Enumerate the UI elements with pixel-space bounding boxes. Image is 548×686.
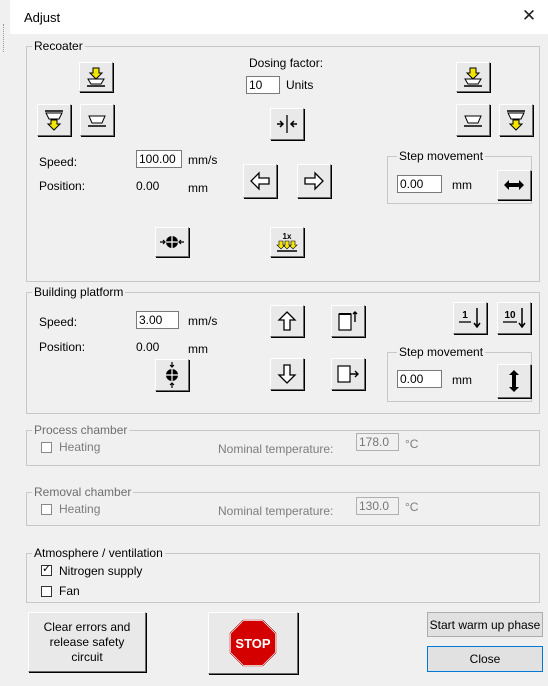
platform-home-button[interactable] — [155, 359, 189, 391]
dose-down-icon — [87, 67, 105, 87]
recoater-speed-label: Speed: — [39, 155, 78, 169]
recoater-step-input[interactable]: 0.00 — [397, 175, 442, 193]
close-label: Close — [469, 652, 501, 666]
recoater-left-lower-button-a[interactable] — [37, 104, 71, 136]
recoater-center-button[interactable] — [270, 108, 304, 140]
platform-position-label: Position: — [39, 340, 86, 354]
recoater-right-lower-button-b[interactable] — [499, 104, 533, 136]
process-heating-label: Heating — [59, 440, 101, 454]
home-position-vertical-icon — [166, 362, 178, 388]
platform-speed-label: Speed: — [39, 315, 78, 329]
recoater-speed-input[interactable]: 100.00 — [136, 150, 182, 168]
recoater-left-lower-button-b[interactable] — [80, 104, 114, 136]
removal-heating-label: Heating — [59, 502, 101, 516]
checkmark-icon: ✓ — [42, 563, 52, 575]
recoater-step-label: Step movement — [397, 149, 486, 163]
platform-remove-position-button[interactable] — [331, 358, 365, 390]
dose-1x-icon: 1x — [276, 232, 298, 252]
close-button[interactable]: Close — [427, 646, 543, 672]
dosing-factor-input[interactable]: 10 — [246, 76, 280, 94]
atmosphere-group — [26, 553, 540, 603]
platform-step-input[interactable]: 0.00 — [397, 370, 442, 388]
recoater-position-label: Position: — [39, 179, 86, 193]
platform-step-move-button[interactable] — [497, 364, 531, 398]
removal-nominal-input[interactable]: 130.0 — [356, 497, 399, 515]
platform-speed-input[interactable]: 3.00 — [136, 311, 179, 329]
recoater-move-right-button[interactable] — [297, 164, 331, 198]
dosing-factor-label: Dosing factor: — [249, 56, 324, 70]
stop-sign-icon: STOP — [229, 619, 277, 667]
removal-nominal-label: Nominal temperature: — [218, 504, 334, 518]
recoater-position-unit: mm — [188, 181, 208, 195]
step-10-down-icon: 10 — [503, 308, 526, 329]
double-arrow-vertical-icon — [509, 370, 519, 392]
removal-heating-checkbox[interactable] — [41, 504, 52, 515]
platform-move-up-button[interactable] — [270, 305, 304, 337]
start-warmup-label: Start warm up phase — [429, 617, 541, 632]
step-1-digit: 1 — [462, 310, 468, 321]
platform-to-top-icon — [338, 311, 358, 331]
title-bar — [10, 0, 548, 34]
recoater-group-label: Recoater — [32, 39, 85, 53]
recoater-step-unit: mm — [452, 178, 472, 192]
nitrogen-supply-checkbox[interactable]: ✓ — [41, 563, 52, 576]
arrow-up-icon — [277, 311, 297, 331]
start-warmup-button[interactable]: Start warm up phase — [427, 612, 543, 637]
dose-1x-badge: 1x — [283, 232, 292, 241]
stop-button[interactable]: STOP — [208, 612, 298, 674]
recoater-dose-top-left-button[interactable] — [79, 62, 113, 92]
recoater-move-left-button[interactable] — [243, 164, 277, 198]
process-nominal-label: Nominal temperature: — [218, 442, 334, 456]
platform-step-label: Step movement — [397, 345, 486, 359]
close-icon[interactable]: ✕ — [518, 5, 540, 27]
removal-chamber-label: Removal chamber — [32, 485, 134, 499]
nitrogen-supply-label: Nitrogen supply — [59, 564, 143, 578]
process-temp-unit: °C — [405, 437, 419, 451]
recoater-drop-icon — [507, 110, 525, 131]
platform-step-unit: mm — [452, 373, 472, 387]
platform-to-side-icon — [337, 365, 359, 383]
process-nominal-input[interactable]: 178.0 — [356, 433, 399, 451]
recoater-drop-icon — [45, 110, 63, 131]
arrow-down-icon — [277, 364, 297, 384]
platform-step-1-button[interactable]: 1 — [453, 302, 487, 334]
recoater-position-value: 0.00 — [136, 179, 160, 193]
step-1-down-icon: 1 — [459, 308, 481, 329]
clear-errors-label: Clear errors and release safety circuit — [43, 619, 131, 664]
removal-temp-unit: °C — [405, 500, 419, 514]
fan-checkbox[interactable] — [41, 586, 52, 597]
center-arrows-icon — [277, 115, 297, 133]
platform-position-value: 0.00 — [136, 340, 160, 354]
arrow-right-icon — [304, 171, 324, 191]
recoater-home-button[interactable] — [155, 227, 189, 257]
arrow-left-icon — [250, 171, 270, 191]
home-position-icon — [160, 236, 184, 248]
platform-group-label: Building platform — [32, 285, 126, 299]
platform-step-10-button[interactable]: 10 — [497, 302, 531, 334]
platform-move-down-button[interactable] — [270, 358, 304, 390]
recoater-dose-once-button[interactable]: 1x — [270, 227, 304, 257]
process-heating-checkbox[interactable] — [41, 442, 52, 453]
recoater-dose-top-right-button[interactable] — [456, 62, 490, 92]
platform-speed-unit: mm/s — [188, 314, 218, 328]
recoater-step-move-button[interactable] — [497, 170, 531, 200]
clear-errors-button[interactable]: Clear errors and release safety circuit — [28, 612, 146, 672]
recoater-blade-icon — [88, 115, 106, 127]
dosing-units-label: Units — [286, 78, 314, 92]
recoater-right-lower-button-a[interactable] — [456, 104, 490, 136]
platform-top-position-button[interactable] — [331, 305, 365, 337]
step-10-digit: 10 — [504, 310, 516, 321]
recoater-blade-icon — [464, 115, 482, 127]
fan-label: Fan — [59, 584, 80, 598]
stop-label: STOP — [235, 636, 270, 651]
atmosphere-label: Atmosphere / ventilation — [32, 546, 165, 560]
recoater-speed-unit: mm/s — [188, 153, 218, 167]
window-title: Adjust — [24, 10, 61, 25]
double-arrow-horizontal-icon — [504, 180, 524, 190]
dose-down-icon — [464, 67, 482, 87]
platform-position-unit: mm — [188, 342, 208, 356]
process-chamber-label: Process chamber — [32, 423, 130, 437]
